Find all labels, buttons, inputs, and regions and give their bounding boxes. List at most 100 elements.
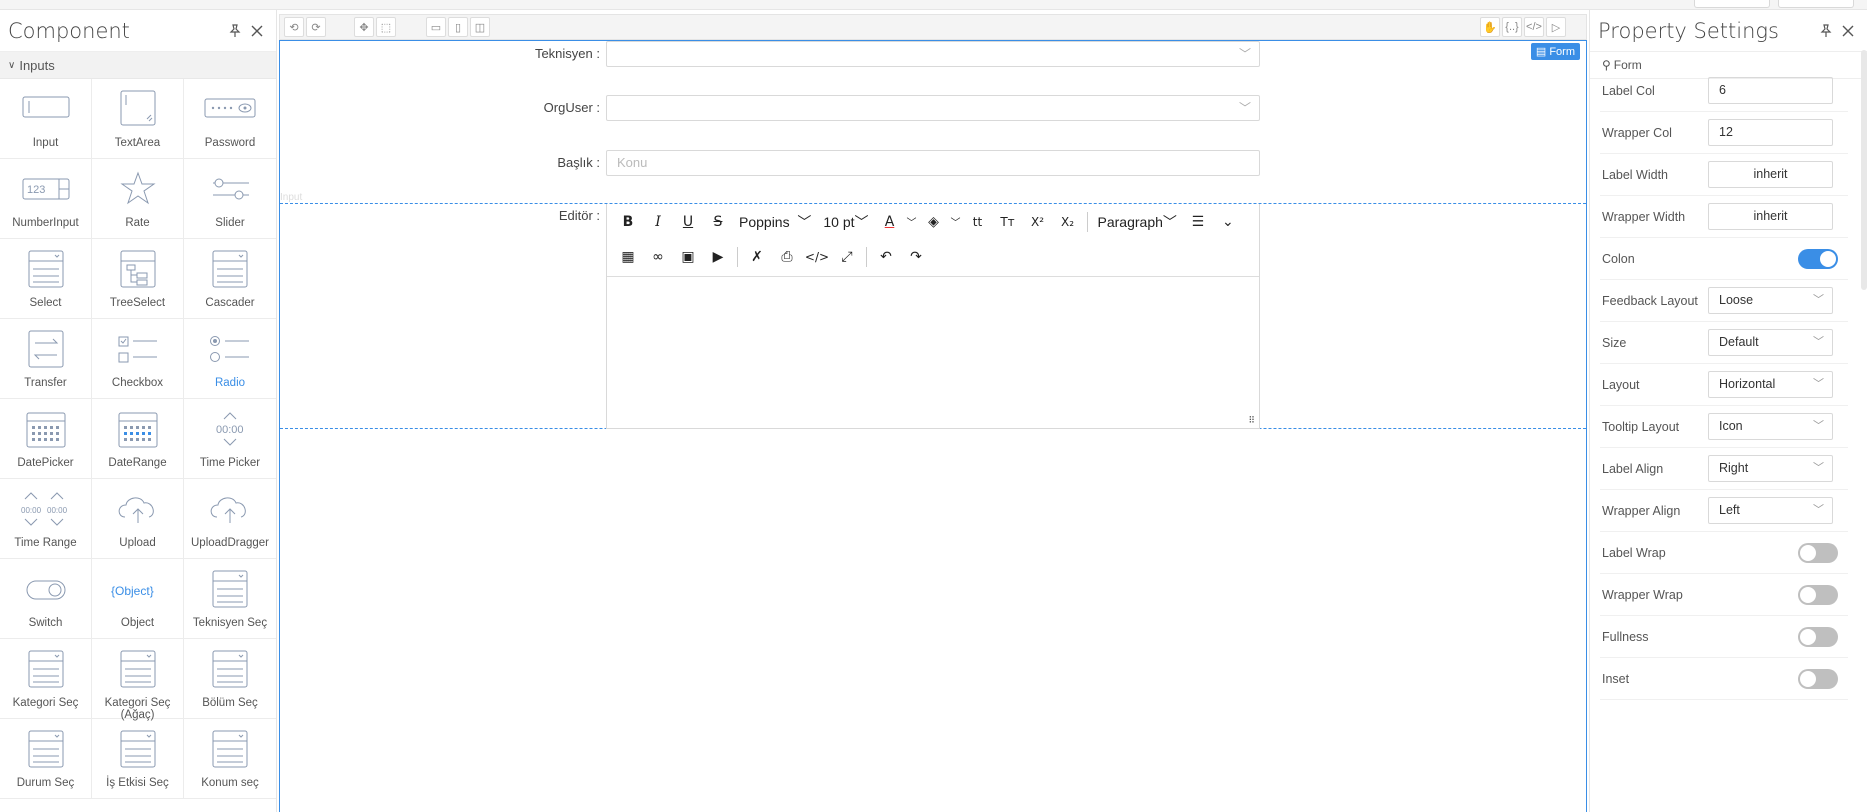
component-item-transfer[interactable]: Transfer [0, 319, 92, 399]
subscript-icon[interactable]: X₂ [1053, 209, 1083, 235]
feedback-layout-select[interactable]: Loose ﹀ [1708, 287, 1833, 314]
wrapper-wrap-switch[interactable] [1798, 584, 1838, 605]
label-width-input[interactable]: inherit [1708, 161, 1833, 188]
component-item-input[interactable]: Input [0, 79, 92, 159]
component-item-password[interactable]: Password [184, 79, 276, 159]
pin-icon[interactable] [1815, 20, 1837, 42]
undo-icon[interactable]: ⟲ [284, 17, 304, 37]
orguser-label: OrgUser : [543, 100, 600, 115]
label-col-input[interactable]: 6 [1708, 77, 1833, 104]
mobile-icon[interactable]: ▯ [448, 17, 468, 37]
component-item-upload[interactable]: Upload [92, 479, 184, 559]
font-family-select[interactable]: Poppins ﹀ [733, 209, 817, 235]
wrapper-align-select[interactable]: Left ﹀ [1708, 497, 1833, 524]
responsive-icon[interactable]: ◫ [470, 17, 490, 37]
more-chevron-icon[interactable]: ⌄ [1213, 209, 1243, 235]
component-item-radio[interactable]: Radio [184, 319, 276, 399]
chevron-down-icon[interactable]: ﹀ [905, 209, 919, 235]
underline-icon[interactable]: U [673, 209, 703, 235]
font-size-icon[interactable]: Tт [993, 209, 1023, 235]
fullness-switch[interactable] [1798, 626, 1838, 647]
colon-switch[interactable] [1798, 248, 1838, 269]
desktop-icon[interactable]: ▭ [426, 17, 446, 37]
component-item-konum-se-[interactable]: Konum seç [184, 719, 276, 799]
label-align-select[interactable]: Right ﹀ [1708, 455, 1833, 482]
label-wrap-switch[interactable] [1798, 542, 1838, 563]
component-item-durum-se-[interactable]: Durum Seç [0, 719, 92, 799]
component-item-rate[interactable]: Rate [92, 159, 184, 239]
group-inputs-header[interactable]: ∨ Inputs [0, 52, 276, 79]
editor-content-area[interactable]: ⠿ [607, 276, 1259, 428]
wrapper-width-input[interactable]: inherit [1708, 203, 1833, 230]
block-format-select[interactable]: Paragraph ﹀ [1092, 209, 1183, 235]
size-select[interactable]: Default ﹀ [1708, 329, 1833, 356]
clear-format-icon[interactable]: ✗ [742, 244, 772, 270]
change-case-icon[interactable]: tt [963, 209, 993, 235]
superscript-icon[interactable]: X² [1023, 209, 1053, 235]
design-icon[interactable]: ✋ [1480, 17, 1500, 37]
source-code-icon[interactable]: </> [802, 244, 832, 270]
baslik-input[interactable]: Konu [606, 150, 1260, 176]
line-height-icon[interactable]: ☰ [1183, 209, 1213, 235]
close-icon[interactable] [1837, 20, 1859, 42]
component-item-numberinput[interactable]: 123 NumberInput [0, 159, 92, 239]
chevron-down-icon: ﹀ [1813, 294, 1824, 306]
chevron-down-icon[interactable]: ﹀ [949, 209, 963, 235]
component-item-b-l-m-se-[interactable]: Bölüm Seç [184, 639, 276, 719]
redo-icon[interactable]: ↷ [901, 244, 931, 270]
component-item-kategori-se-a-a-[interactable]: Kategori Seç (Ağaç) [92, 639, 184, 721]
rich-text-editor[interactable]: B I U S Poppins ﹀ 10 pt ﹀ A ﹀ ◈ ﹀ tt Tт X… [606, 204, 1260, 429]
component-item-select[interactable]: Select [0, 239, 92, 319]
inset-switch[interactable] [1798, 668, 1838, 689]
link-icon[interactable]: ∞ [643, 244, 673, 270]
select-area-icon[interactable]: ⬚ [376, 17, 396, 37]
print-icon[interactable]: ⎙ [772, 244, 802, 270]
component-item-time-picker[interactable]: 00:00 Time Picker [184, 399, 276, 479]
fullscreen-icon[interactable]: ⤢ [832, 244, 862, 270]
component-item-i-etkisi-se-[interactable]: İş Etkisi Seç [92, 719, 184, 799]
bold-icon[interactable]: B [613, 209, 643, 235]
orguser-select[interactable]: ﹀ [606, 95, 1260, 121]
play-icon[interactable]: ▷ [1546, 17, 1566, 37]
layout-select[interactable]: Horizontal ﹀ [1708, 371, 1833, 398]
undo-icon[interactable]: ↶ [871, 244, 901, 270]
top-action-button-1[interactable] [1694, 0, 1770, 8]
font-size-select[interactable]: 10 pt ﹀ [817, 209, 874, 235]
move-icon[interactable]: ✥ [354, 17, 374, 37]
pin-icon[interactable] [224, 20, 246, 42]
close-icon[interactable] [246, 20, 268, 42]
property-scrollbar[interactable] [1861, 50, 1867, 290]
component-item-teknisyen-se-[interactable]: Teknisyen Seç [184, 559, 276, 639]
wrapper-col-input[interactable]: 12 [1708, 119, 1833, 146]
image-icon[interactable]: ▣ [673, 244, 703, 270]
text-color-icon[interactable]: A [875, 209, 905, 235]
component-item-switch[interactable]: Switch [0, 559, 92, 639]
component-item-time-range[interactable]: 00:00 00:00 Time Range [0, 479, 92, 559]
component-item-treeselect[interactable]: TreeSelect [92, 239, 184, 319]
component-item-textarea[interactable]: TextArea [92, 79, 184, 159]
italic-icon[interactable]: I [643, 209, 673, 235]
highlight-icon[interactable]: ◈ [919, 209, 949, 235]
editor-form-item[interactable]: Input Editör : B I U S Poppins ﹀ 10 pt ﹀ … [280, 192, 1586, 429]
teknisyen-select[interactable]: ﹀ [606, 41, 1260, 67]
resize-handle-icon[interactable]: ⠿ [1248, 415, 1255, 426]
tooltip-layout-select[interactable]: Icon ﹀ [1708, 413, 1833, 440]
table-icon[interactable]: ▦ [613, 244, 643, 270]
code-icon[interactable]: </> [1524, 17, 1544, 37]
component-item-daterange[interactable]: DateRange [92, 399, 184, 479]
component-item-datepicker[interactable]: DatePicker [0, 399, 92, 479]
top-action-button-2[interactable] [1778, 0, 1854, 8]
component-item-kategori-se-[interactable]: Kategori Seç [0, 639, 92, 719]
component-item-cascader[interactable]: Cascader [184, 239, 276, 319]
json-icon[interactable]: {..} [1502, 17, 1522, 37]
input-icon [19, 89, 73, 129]
component-item-checkbox[interactable]: Checkbox [92, 319, 184, 399]
component-item-uploaddragger[interactable]: UploadDragger [184, 479, 276, 559]
slider-icon [203, 169, 257, 209]
form-canvas[interactable]: ▤ Form Teknisyen : ﹀ OrgUser : ﹀ Başlık … [279, 40, 1587, 812]
strikethrough-icon[interactable]: S [703, 209, 733, 235]
component-item-object[interactable]: {Object} Object [92, 559, 184, 639]
video-icon[interactable]: ▶ [703, 244, 733, 270]
component-item-slider[interactable]: Slider [184, 159, 276, 239]
redo-icon[interactable]: ⟳ [306, 17, 326, 37]
